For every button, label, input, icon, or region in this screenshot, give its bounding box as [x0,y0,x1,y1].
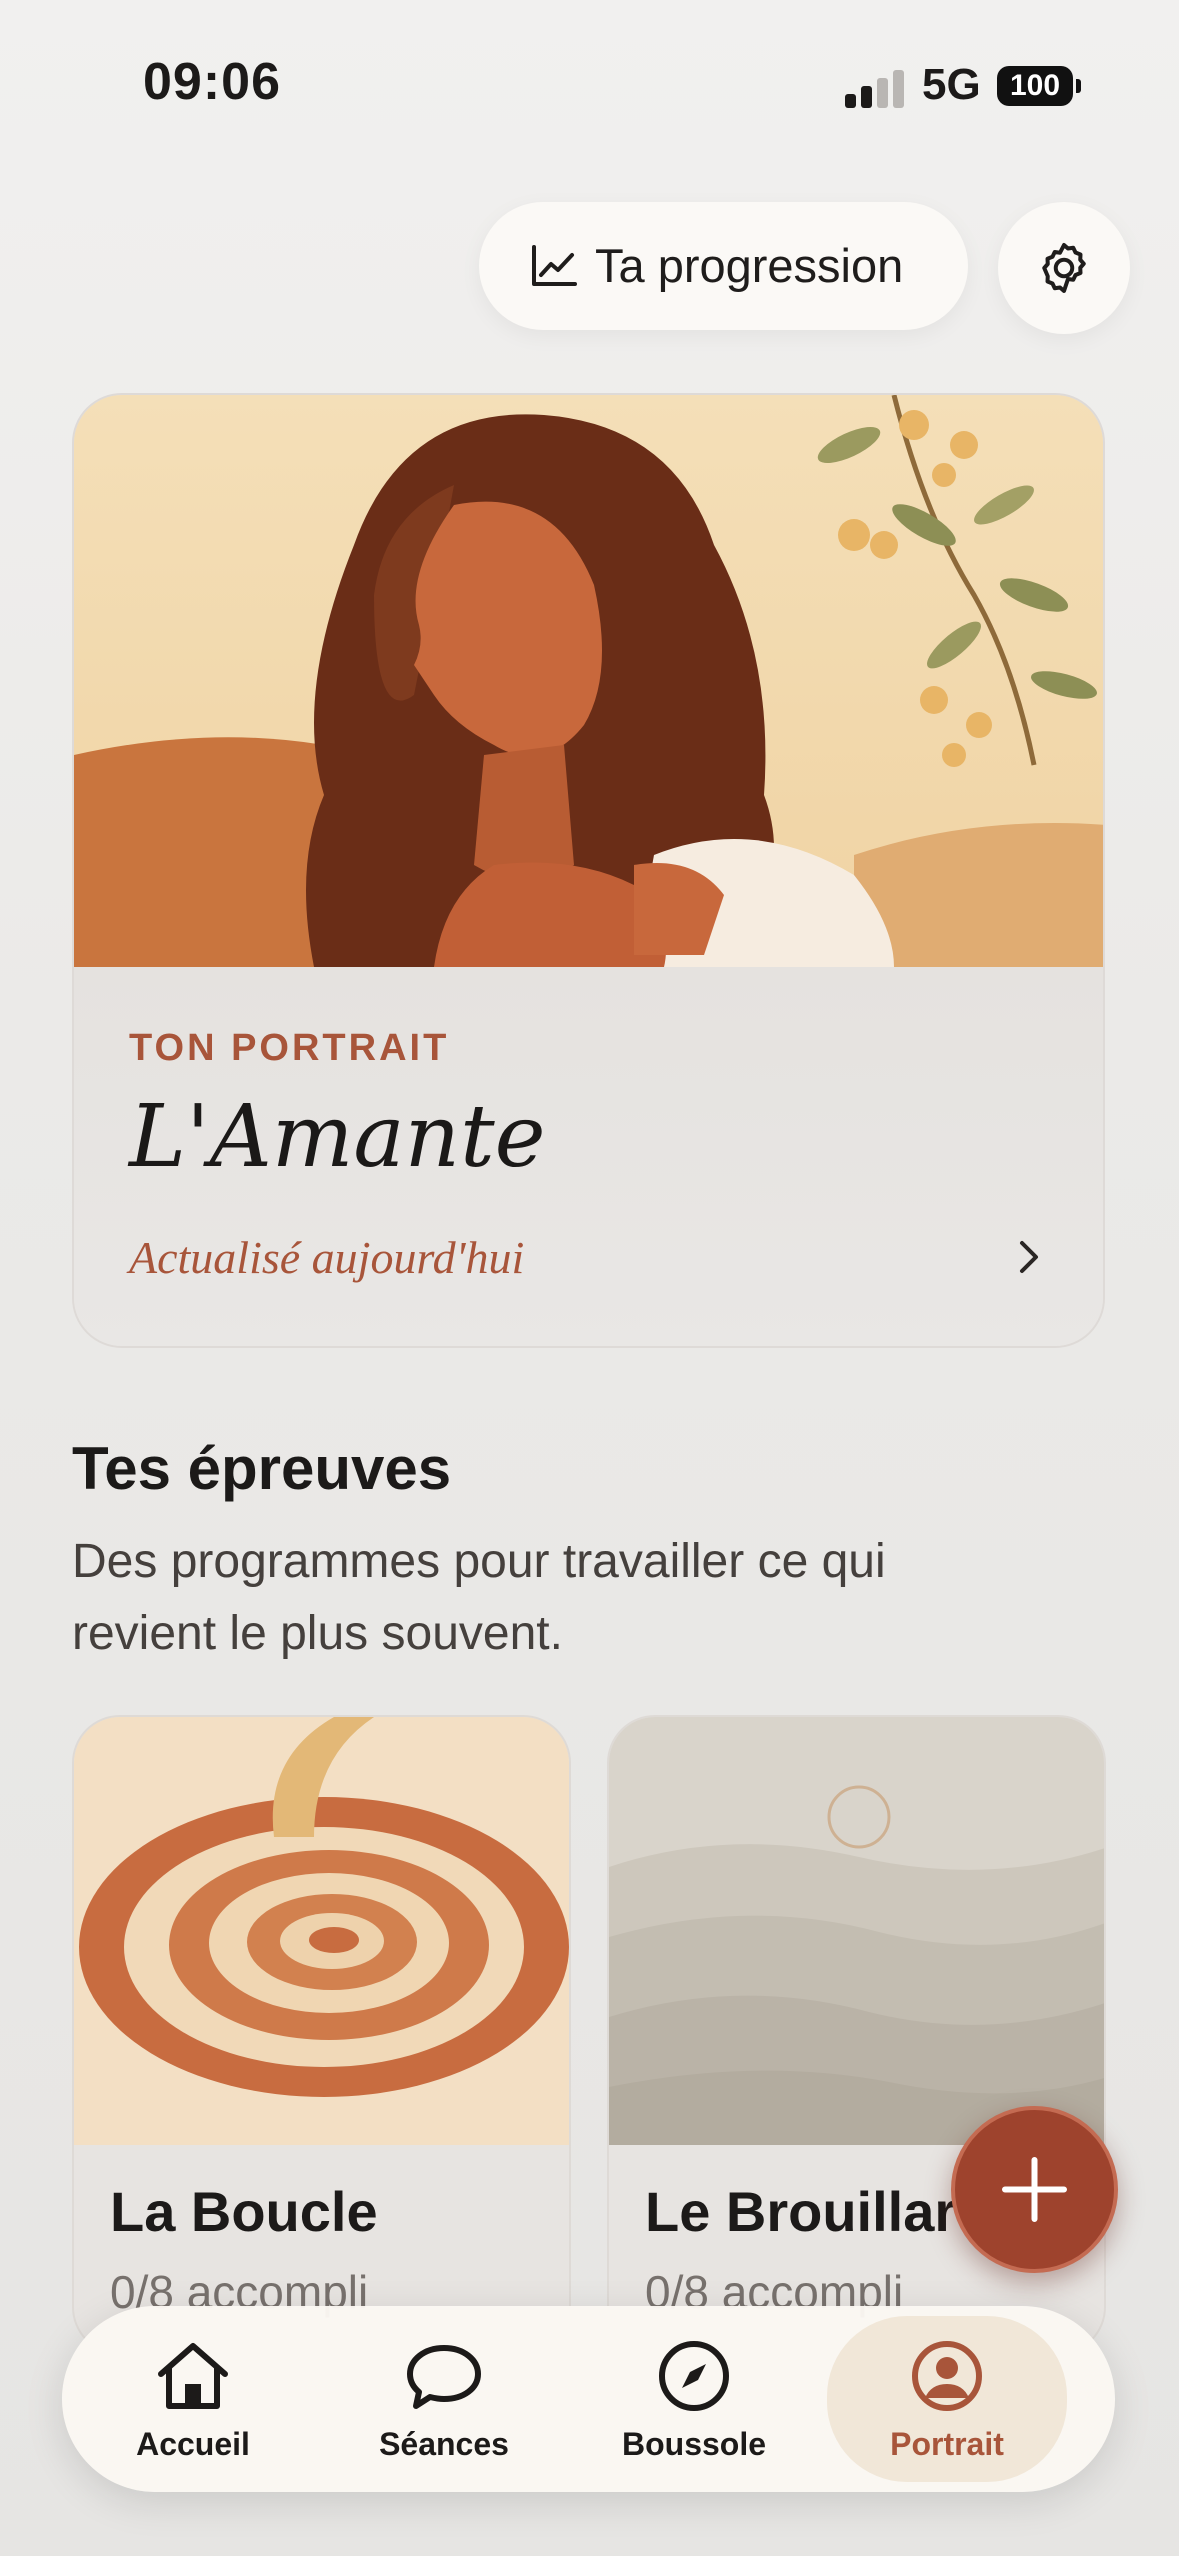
home-icon [158,2343,228,2409]
tab-seances[interactable]: Séances [324,2306,564,2492]
portrait-title: L'Amante [129,1087,546,1187]
epreuve-card-la-boucle[interactable]: La Boucle 0/8 accompli [72,1715,571,2355]
epreuve-name: Le Brouillard [645,2180,991,2243]
portrait-illustration [74,395,1103,967]
epreuves-title: Tes épreuves [72,1435,452,1502]
trend-chart-icon [532,245,577,286]
battery-icon: 100 [997,66,1081,106]
tab-label: Séances [379,2426,509,2462]
tab-boussole[interactable]: Boussole [574,2306,814,2492]
epreuve-name: La Boucle [110,2180,378,2243]
progression-label: Ta progression [595,239,904,292]
tab-accueil[interactable]: Accueil [73,2306,313,2492]
chevron-right-icon [1020,1241,1038,1273]
portrait-eyebrow: TON PORTRAIT [129,1027,450,1069]
status-time: 09:06 [143,53,281,111]
battery-level: 100 [1009,69,1061,102]
portrait-updated: Actualisé aujourd'hui [129,1232,525,1283]
user-circle-icon [912,2341,982,2411]
network-type: 5G [922,60,981,109]
gear-icon [1042,243,1086,293]
progression-button[interactable]: Ta progression [479,202,968,330]
add-button[interactable] [951,2106,1118,2273]
signal-icon [845,68,905,108]
portrait-card[interactable]: TON PORTRAIT L'Amante Actualisé aujourd'… [72,393,1105,1348]
status-bar: 09:06 5G 100 [0,0,1179,170]
epreuves-description: Des programmes pour travailler ce qui re… [72,1535,886,1660]
compass-icon [659,2341,729,2411]
plus-icon [1002,2157,1067,2222]
tab-portrait[interactable]: Portrait [827,2316,1067,2482]
settings-button[interactable] [998,202,1130,334]
tab-label: Accueil [136,2426,250,2462]
tab-label: Boussole [621,2426,767,2462]
chat-bubble-icon [407,2345,481,2409]
fog-illustration [609,1717,1104,2145]
portrait-info: TON PORTRAIT L'Amante Actualisé aujourd'… [74,967,1103,1346]
tab-label: Portrait [890,2426,1004,2462]
spiral-illustration [74,1717,569,2145]
tab-bar: Accueil Séances Boussole Portrait [62,2306,1115,2492]
